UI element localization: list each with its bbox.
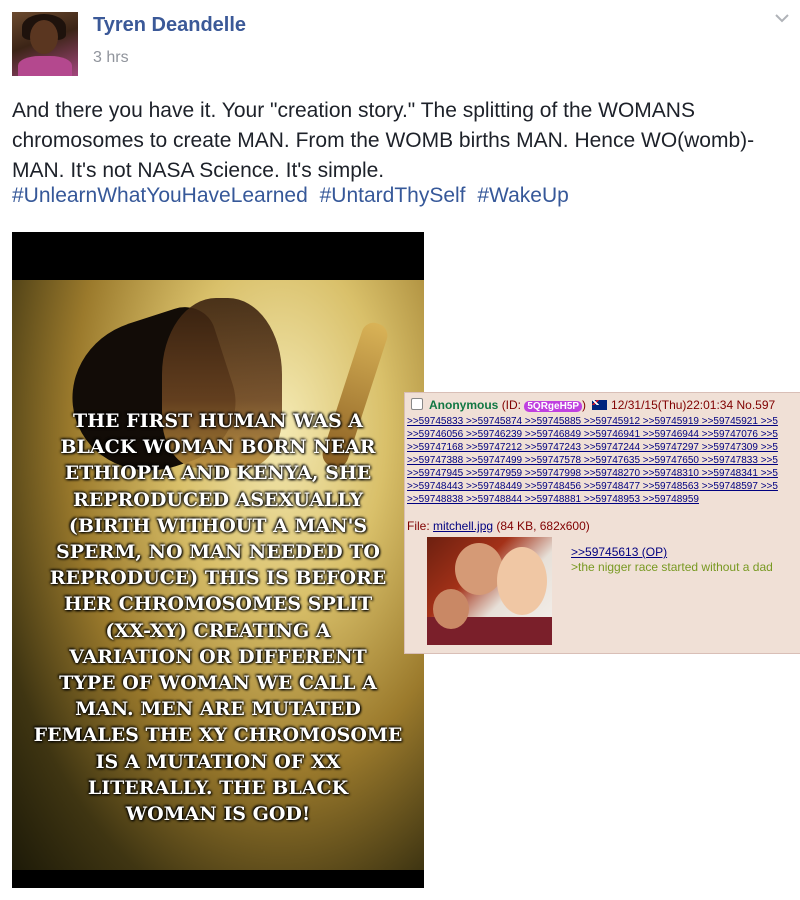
backlink[interactable]: >>59748838 >>59748844 >>59748881 >>59748… [407, 494, 699, 505]
poster-id-badge[interactable]: 5QRgeH5P [524, 401, 583, 412]
poster-id-suffix: ) [582, 398, 587, 412]
backlink-row[interactable]: >>59746056 >>59746239 >>59746849 >>59746… [407, 428, 800, 441]
hashtag-link[interactable]: #UntardThySelf [320, 184, 466, 207]
meme-caption-line: FEMALES THE XY CHROMOSOME [33, 724, 403, 747]
meme-caption-line: ETHIOPIA AND KENYA, SHE [64, 462, 372, 485]
meme-caption-line: (BIRTH WITHOUT A MAN'S [68, 514, 368, 537]
backlink[interactable]: >>59747168 >>59747212 >>59747243 >>59747… [407, 442, 778, 453]
poster-name: Anonymous [429, 398, 499, 412]
meme-caption-line: WOMAN IS GOD! [125, 803, 311, 826]
flag-icon [592, 400, 608, 410]
meme-caption-line: (XX-XY) CREATING A [105, 619, 331, 642]
meme-caption-line: MAN. MEN ARE MUTATED [75, 698, 361, 721]
hashtag-list: #UnlearnWhatYouHaveLearned #UntardThySel… [12, 184, 575, 208]
meme-caption-line: THE FIRST HUMAN WAS A [72, 410, 364, 432]
backlink-row[interactable]: >>59747945 >>59747959 >>59747998 >>59748… [407, 467, 800, 480]
author-avatar[interactable] [12, 12, 78, 76]
meme-caption-line: REPRODUCED ASEXUALLY [72, 488, 364, 511]
post-datetime[interactable]: 12/31/15(Thu)22:01:34 No.597 [611, 398, 775, 412]
backlink-row[interactable]: >>59747388 >>59747499 >>59747578 >>59747… [407, 454, 800, 467]
post-message: >>59745613 (OP) >the nigger race started… [571, 545, 773, 574]
hashtag-link[interactable]: #UnlearnWhatYouHaveLearned [12, 184, 308, 207]
meme-caption-line: HER CHROMOSOMES SPLIT [63, 593, 373, 616]
post-checkbox[interactable] [411, 398, 423, 410]
backlink-row[interactable]: >>59748443 >>59748449 >>59748456 >>59748… [407, 480, 800, 493]
quote-link[interactable]: >>59745613 (OP) [571, 545, 773, 559]
meme-caption-line: IS A MUTATION OF XX [95, 750, 341, 773]
meme-caption-line: REPRODUCE) THIS IS BEFORE [49, 567, 387, 590]
file-link[interactable]: mitchell.jpg [433, 519, 493, 533]
meme-caption-line: TYPE OF WOMAN WE CALL A [59, 672, 377, 695]
backlink-list: >>59745833 >>59745874 >>59745885 >>59745… [407, 415, 800, 506]
file-thumbnail[interactable] [427, 537, 552, 645]
poster-id-prefix: (ID: [501, 398, 525, 412]
chan-post-screenshot: Anonymous (ID: 5QRgeH5P) 12/31/15(Thu)22:… [404, 392, 800, 654]
backlink-row[interactable]: >>59748838 >>59748844 >>59748881 >>59748… [407, 493, 800, 506]
meme-caption: THE FIRST HUMAN WAS A BLACK WOMAN BORN NE… [12, 408, 424, 827]
post-timestamp[interactable]: 3 hrs [93, 49, 129, 67]
file-label: File: [407, 519, 434, 533]
meme-caption-line: SPERM, NO MAN NEEDED TO [56, 541, 380, 564]
file-meta: (84 KB, 682x600) [493, 519, 590, 533]
author-name[interactable]: Tyren Deandelle [93, 14, 246, 37]
meme-caption-line: BLACK WOMAN BORN NEAR [60, 436, 376, 459]
backlink[interactable]: >>59747945 >>59747959 >>59747998 >>59748… [407, 468, 778, 479]
backlink-row[interactable]: >>59747168 >>59747212 >>59747243 >>59747… [407, 441, 800, 454]
meme-caption-line: VARIATION OR DIFFERENT [69, 645, 367, 668]
backlink-row[interactable]: >>59745833 >>59745874 >>59745885 >>59745… [407, 415, 800, 428]
backlink[interactable]: >>59745833 >>59745874 >>59745885 >>59745… [407, 416, 778, 427]
file-info: File: mitchell.jpg (84 KB, 682x600) [407, 519, 590, 533]
meme-caption-line: LITERALLY. THE BLACK [87, 776, 349, 799]
greentext-line: >the nigger race started without a dad [571, 560, 773, 574]
hashtag-link[interactable]: #WakeUp [477, 184, 568, 207]
backlink[interactable]: >>59746056 >>59746239 >>59746849 >>59746… [407, 429, 778, 440]
post-image[interactable]: THE FIRST HUMAN WAS A BLACK WOMAN BORN NE… [12, 232, 424, 888]
backlink[interactable]: >>59748443 >>59748449 >>59748456 >>59748… [407, 481, 778, 492]
post-body: And there you have it. Your "creation st… [12, 99, 755, 182]
chan-post-header: Anonymous (ID: 5QRgeH5P) 12/31/15(Thu)22:… [411, 398, 775, 412]
backlink[interactable]: >>59747388 >>59747499 >>59747578 >>59747… [407, 455, 778, 466]
chevron-down-icon[interactable] [772, 8, 792, 28]
